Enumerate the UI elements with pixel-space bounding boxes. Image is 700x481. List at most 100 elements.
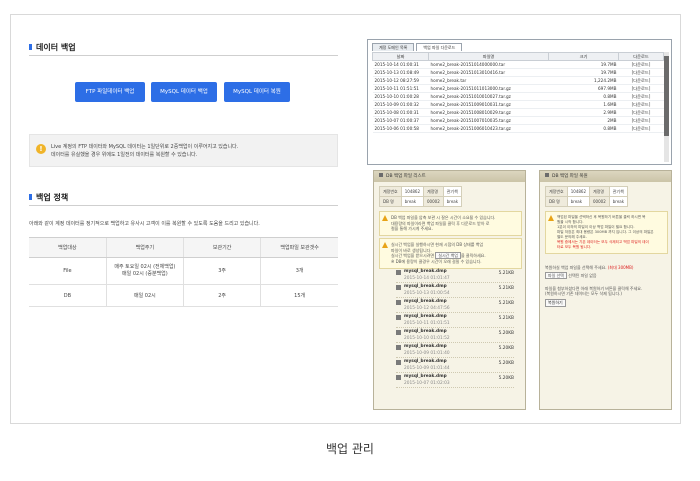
warning-line: 컬을 통해 가시게 주세요. [391, 226, 433, 231]
list-item[interactable]: mysql_break.dmp 2015-10-07 01:02:03 5.20KB [396, 373, 514, 388]
cell-date: 2015-10-08 01:00:31 [372, 108, 429, 117]
col-header: 백업대상 [29, 237, 107, 258]
file-size: 5.20KB [498, 361, 514, 366]
cell-filename: home2_break-20151010010027.tar.gz [428, 92, 549, 101]
table-row: 2015-10-06 01:00:58 home2_break-201510060… [372, 124, 664, 133]
info-value: 관기책 [442, 186, 463, 197]
table-row: 2015-10-13 01:08:49 home2_break-201510130… [372, 68, 664, 77]
list-item[interactable]: mysql_break.dmp 2015-10-13 01:00:54 5.21KB [396, 283, 514, 298]
restore-warning-box: 백업된 파일을 선택하신 후 복원하기 버튼을 클릭 하시면 복 원을 시작 합… [545, 211, 668, 254]
window-icon [545, 173, 549, 177]
download-link[interactable]: [다운로드] [618, 84, 664, 93]
download-link[interactable]: [다운로드] [618, 68, 664, 77]
upload-max-text: (최대 300MB) [607, 265, 634, 270]
cell-filename: home2_break-20151014000000.tar [428, 60, 549, 69]
section-title-data-backup: 데이터 백업 [29, 42, 76, 53]
list-item[interactable]: mysql_break.dmp 2015-10-10 01:01:52 5.20KB [396, 328, 514, 343]
window-title: DB 백업 파일 리스트 [374, 171, 525, 182]
tab-backup-download[interactable]: 백업 파일 다운로드 [416, 43, 463, 51]
scrollbar-thumb[interactable] [664, 56, 669, 136]
cell-period: 3주 [182, 257, 261, 285]
table-row: 2015-10-12 08:27:59 home2_break.tar 1,224.… [372, 76, 664, 85]
ftp-backup-button[interactable]: FTP 파일데이터 백업 [75, 82, 145, 102]
divider [29, 55, 338, 56]
warning-icon [548, 215, 554, 221]
file-name[interactable]: mysql_break.dmp [404, 269, 447, 274]
cell-filename: home2_break-20151006010423.tar.gz [428, 124, 549, 133]
window-title-text: DB 백업 파일 복원 [552, 174, 588, 179]
file-name[interactable]: mysql_break.dmp [404, 359, 447, 364]
backup-download-screenshot: 계정 도메인 목록 백업 파일 다운로드 날짜 파일명 크기 다운로드 2015… [367, 39, 672, 165]
download-link[interactable]: [다운로드] [618, 108, 664, 117]
download-link[interactable]: [다운로드] [618, 116, 664, 125]
list-item[interactable]: mysql_break.dmp 2015-10-12 04:47:56 5.21KB [396, 298, 514, 313]
info-key: 계정명 [423, 186, 444, 197]
warning-line-red: 터로 모두 복원 됩니다. [557, 245, 592, 249]
window-title: DB 백업 파일 복원 [540, 171, 671, 182]
cell-date: 2015-10-14 01:00:31 [372, 60, 429, 69]
col-header: 백업파일 보관갯수 [260, 237, 338, 258]
page-caption: 백업 관리 [326, 442, 374, 456]
file-size: 5.21KB [498, 271, 514, 276]
notice-line: 데이터를 유실했을 경우 위에도 1일전의 데이터를 복원할 수 있습니다. [51, 152, 198, 158]
file-size: 5.20KB [498, 331, 514, 336]
file-date: 2015-10-07 01:02:03 [404, 381, 450, 386]
notice-text: Live 계정의 FTP 데이터와 MySQL 데이터는 1일단위로 2중백업이… [51, 143, 238, 159]
backup-notice: ! Live 계정의 FTP 데이터와 MySQL 데이터는 1일단위로 2중백… [29, 134, 338, 167]
realtime-backup-button[interactable]: 실시간 백업 [435, 252, 461, 259]
file-size: 5.21KB [498, 301, 514, 306]
list-item[interactable]: mysql_break.dmp 2015-10-09 01:01:44 5.20KB [396, 358, 514, 373]
file-select-button[interactable]: 파일 선택 [545, 272, 567, 279]
file-name[interactable]: mysql_break.dmp [404, 284, 447, 289]
file-date: 2015-10-13 01:00:54 [404, 291, 450, 296]
bullet-icon [29, 194, 32, 200]
account-info-table: 계정번호 104862 계정명 관기책 DB 명 break 00002 break [379, 186, 463, 207]
cell-count: 15개 [260, 284, 338, 307]
file-name[interactable]: mysql_break.dmp [404, 329, 447, 334]
info-value: break [400, 196, 425, 207]
list-item[interactable]: mysql_break.dmp 2015-10-09 01:01:40 5.20KB [396, 343, 514, 358]
mysql-restore-button[interactable]: MySQL 데이터 복원 [224, 82, 290, 102]
info-key: 00002 [423, 196, 444, 207]
realtime-backup-box: 실시간 백업을 실행하시면 현재 시점의 DB 상태를 백업 파일이 바로 생성… [379, 238, 522, 269]
download-link[interactable]: [다운로드] [618, 100, 664, 109]
file-date: 2015-10-09 01:01:44 [404, 366, 450, 371]
account-info-table: 계정번호 104862 계정명 관기책 DB 명 break 00002 break [545, 186, 629, 207]
download-link[interactable]: [다운로드] [618, 92, 664, 101]
bullet-icon [29, 44, 32, 50]
file-date: 2015-10-10 01:01:52 [404, 336, 450, 341]
file-name[interactable]: mysql_break.dmp [404, 299, 447, 304]
file-name[interactable]: mysql_break.dmp [404, 314, 447, 319]
mysql-backup-button[interactable]: MySQL 데이터 백업 [151, 82, 217, 102]
cell-size: 19.7MB [548, 68, 619, 77]
info-value: 104862 [400, 186, 425, 197]
info-key: 계정명 [589, 186, 610, 197]
file-name[interactable]: mysql_break.dmp [404, 374, 447, 379]
file-date: 2015-10-09 01:01:40 [404, 351, 450, 356]
restore-button[interactable]: 복원하기 [545, 299, 566, 307]
list-item[interactable]: mysql_break.dmp 2015-10-11 01:01:51 5.21KB [396, 313, 514, 328]
file-name[interactable]: mysql_break.dmp [404, 344, 447, 349]
cycle-line: 매주 토요일 02시 (전체백업) [114, 264, 176, 270]
db-backup-list-window: DB 백업 파일 리스트 계정번호 104862 계정명 관기책 DB 명 break 0… [373, 170, 526, 410]
cell-target: File [29, 257, 107, 285]
download-link[interactable]: [다운로드] [618, 60, 664, 69]
info-key: DB 명 [379, 196, 402, 207]
warning-box: DB 백업 파일을 압축 보관 시 잘은 시간이 소요될 수 있습니다. 대용량… [379, 211, 522, 236]
cell-date: 2015-10-10 01:00:28 [372, 92, 429, 101]
section-title-text: 백업 정책 [36, 193, 69, 202]
download-link[interactable]: [다운로드] [618, 76, 664, 85]
tab-domain-list[interactable]: 계정 도메인 목록 [372, 43, 415, 51]
col-header: 파일명 [428, 52, 549, 61]
download-link[interactable]: [다운로드] [618, 124, 664, 133]
scrollbar[interactable] [664, 52, 669, 162]
col-header: 다운로드 [618, 52, 664, 61]
cell-size: 0.8MB [548, 92, 619, 101]
col-header: 보관기간 [182, 237, 261, 258]
content-frame: 데이터 백업 FTP 파일데이터 백업 MySQL 데이터 백업 MySQL 데… [10, 14, 681, 424]
notice-line: Live 계정의 FTP 데이터와 MySQL 데이터는 1일단위로 2중백업이… [51, 144, 239, 150]
list-item[interactable]: mysql_break.dmp 2015-10-14 01:01:47 5.21KB [396, 268, 514, 283]
warning-text: 을 클릭하세요. [460, 253, 486, 258]
file-icon [396, 285, 401, 290]
warning-icon [382, 215, 388, 221]
